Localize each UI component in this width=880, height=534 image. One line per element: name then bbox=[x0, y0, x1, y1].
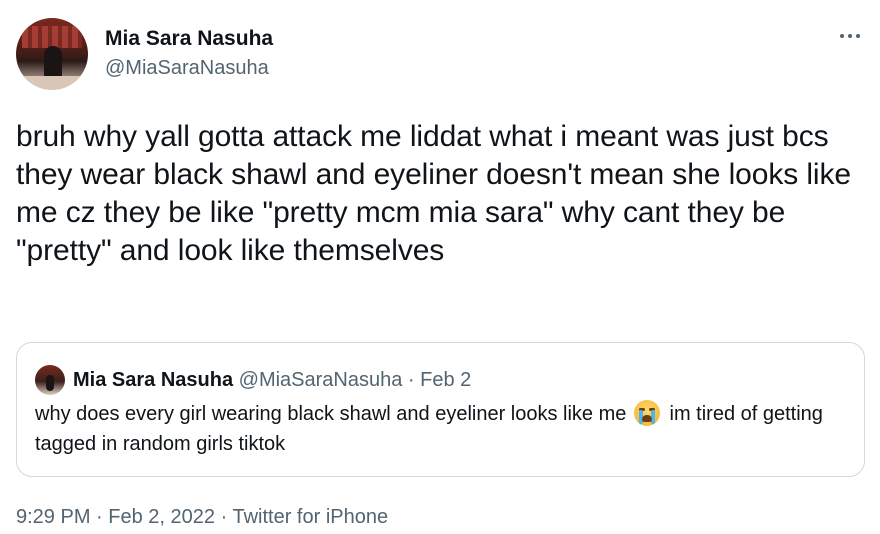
quoted-author-avatar bbox=[35, 365, 65, 395]
more-dot bbox=[848, 34, 852, 38]
author-name[interactable]: Mia Sara Nasuha bbox=[105, 26, 273, 52]
tweet-time[interactable]: 9:29 PM bbox=[16, 506, 90, 528]
avatar-figure bbox=[44, 46, 62, 80]
avatar-background bbox=[22, 26, 82, 48]
quoted-author-handle: @MiaSaraNasuha bbox=[238, 369, 403, 391]
avatar-figure bbox=[46, 375, 54, 391]
tweet-metadata: 9:29 PM · Feb 2, 2022 · Twitter for iPho… bbox=[16, 504, 388, 530]
quoted-tweet-header: Mia Sara Nasuha @MiaSaraNasuha · Feb 2 bbox=[73, 367, 471, 393]
tweet-date[interactable]: Feb 2, 2022 bbox=[108, 506, 215, 528]
more-options-icon[interactable] bbox=[836, 28, 864, 44]
quoted-separator: · bbox=[407, 369, 415, 391]
author-avatar[interactable] bbox=[16, 18, 88, 90]
quoted-tweet-text: why does every girl wearing black shawl … bbox=[35, 399, 855, 459]
quoted-tweet[interactable]: Mia Sara Nasuha @MiaSaraNasuha · Feb 2 w… bbox=[16, 342, 865, 477]
avatar-floor bbox=[16, 76, 88, 90]
more-dot bbox=[856, 34, 860, 38]
tweet-source: Twitter for iPhone bbox=[232, 506, 389, 528]
tweet-card: Mia Sara Nasuha @MiaSaraNasuha bruh why … bbox=[0, 0, 880, 534]
loudly-crying-face-icon bbox=[633, 400, 660, 426]
quoted-date: Feb 2 bbox=[420, 369, 472, 391]
more-dot bbox=[840, 34, 844, 38]
meta-separator: · bbox=[96, 506, 103, 528]
quoted-author-name: Mia Sara Nasuha bbox=[73, 369, 234, 391]
tweet-text: bruh why yall gotta attack me liddat wha… bbox=[16, 120, 851, 267]
author-handle[interactable]: @MiaSaraNasuha bbox=[105, 55, 269, 81]
meta-separator: · bbox=[220, 506, 228, 528]
quoted-text-part-1: why does every girl wearing black shawl … bbox=[35, 403, 627, 425]
